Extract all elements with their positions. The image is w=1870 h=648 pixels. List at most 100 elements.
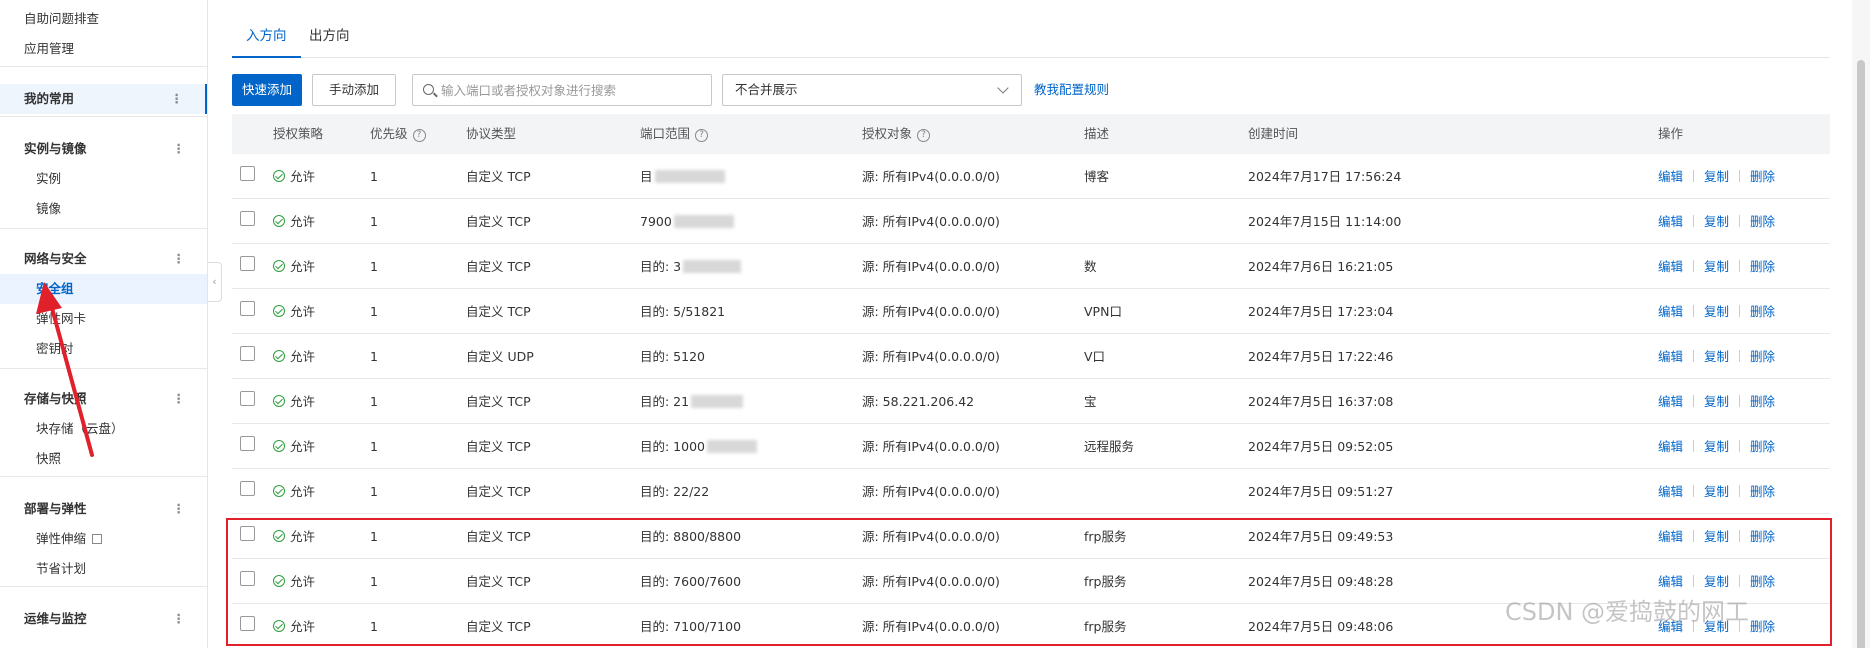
delete-link[interactable]: 删除 — [1750, 214, 1775, 229]
priority-cell: 1 — [370, 214, 378, 229]
edit-link[interactable]: 编辑 — [1658, 484, 1683, 499]
tab-outbound[interactable]: 出方向 — [295, 18, 364, 58]
row-checkbox[interactable] — [240, 391, 255, 406]
copy-link[interactable]: 复制 — [1704, 259, 1729, 274]
copy-link[interactable]: 复制 — [1704, 214, 1729, 229]
sidebar-item[interactable]: 弹性网卡 — [0, 304, 207, 334]
sidebar-item[interactable]: 我的常用 ⋮ — [0, 84, 207, 114]
row-checkbox[interactable] — [240, 256, 255, 271]
protocol-cell: 自定义 TCP — [466, 259, 531, 274]
quick-add-button[interactable]: 快速添加 — [232, 74, 302, 106]
source-cell: 源: 58.221.206.42 — [862, 394, 975, 409]
delete-link[interactable]: 删除 — [1750, 394, 1775, 409]
config-help-link[interactable]: 教我配置规则 — [1034, 74, 1109, 106]
divider — [1739, 575, 1741, 587]
delete-link[interactable]: 删除 — [1750, 169, 1775, 184]
check-circle-icon — [273, 575, 285, 587]
merge-display-select[interactable]: 不合并展示 — [722, 74, 1022, 106]
copy-link[interactable]: 复制 — [1704, 439, 1729, 454]
delete-link[interactable]: 删除 — [1750, 619, 1775, 634]
help-icon[interactable]: ? — [412, 129, 426, 142]
row-checkbox[interactable] — [240, 526, 255, 541]
delete-link[interactable]: 删除 — [1750, 439, 1775, 454]
sidebar-item[interactable]: 实例 — [0, 164, 207, 194]
row-checkbox[interactable] — [240, 301, 255, 316]
sidebar-item[interactable]: 安全组 — [0, 274, 207, 304]
copy-link[interactable]: 复制 — [1704, 484, 1729, 499]
edit-link[interactable]: 编辑 — [1658, 169, 1683, 184]
port-cell: 目的: 5120 — [640, 334, 705, 379]
more-options-icon[interactable]: ⋮ — [173, 494, 186, 524]
manual-add-button[interactable]: 手动添加 — [312, 74, 396, 106]
sidebar-item[interactable]: 应用管理 — [0, 34, 207, 64]
row-checkbox[interactable] — [240, 436, 255, 451]
edit-link[interactable]: 编辑 — [1658, 349, 1683, 364]
sidebar-item[interactable]: 节省计划 — [0, 554, 207, 584]
delete-link[interactable]: 删除 — [1750, 304, 1775, 319]
sidebar-item-label: 弹性网卡 — [36, 311, 87, 326]
created-cell: 2024年7月5日 09:52:05 — [1248, 439, 1394, 454]
delete-link[interactable]: 删除 — [1750, 574, 1775, 589]
sidebar-item[interactable]: 自助问题排查 — [0, 4, 207, 34]
row-checkbox[interactable] — [240, 346, 255, 361]
sidebar-item[interactable]: 镜像 — [0, 194, 207, 224]
redacted-mask — [691, 395, 744, 408]
description-cell: 远程服务 — [1084, 439, 1135, 454]
edit-link[interactable]: 编辑 — [1658, 439, 1683, 454]
divider — [1693, 260, 1695, 272]
delete-link[interactable]: 删除 — [1750, 349, 1775, 364]
row-checkbox[interactable] — [240, 616, 255, 631]
created-cell: 2024年7月5日 16:37:08 — [1248, 394, 1394, 409]
edit-link[interactable]: 编辑 — [1658, 304, 1683, 319]
sidebar-item[interactable]: 实例与镜像 ⋮ — [0, 134, 207, 164]
sidebar-item[interactable]: 部署与弹性 ⋮ — [0, 494, 207, 524]
search-input[interactable] — [441, 75, 706, 105]
check-circle-icon — [273, 530, 285, 542]
policy-cell: 允许 — [273, 559, 315, 604]
more-options-icon[interactable]: ⋮ — [173, 134, 186, 164]
row-checkbox[interactable] — [240, 481, 255, 496]
copy-link[interactable]: 复制 — [1704, 574, 1729, 589]
help-icon[interactable]: ? — [917, 129, 931, 142]
more-options-icon[interactable]: ⋮ — [173, 244, 186, 274]
created-cell: 2024年7月5日 09:51:27 — [1248, 484, 1394, 499]
more-options-icon[interactable]: ⋮ — [171, 84, 184, 114]
port-cell: 目的: 1000 — [640, 424, 757, 469]
sidebar-item[interactable]: 网络与安全 ⋮ — [0, 244, 207, 274]
table-row: 允许 1 自定义 TCP 目的: 3 源: 所有IPv4(0.0.0.0/0) 数 2024… — [232, 244, 1830, 289]
edit-link[interactable]: 编辑 — [1658, 259, 1683, 274]
help-icon[interactable]: ? — [695, 129, 709, 142]
delete-link[interactable]: 删除 — [1750, 259, 1775, 274]
header-port: 端口范围? — [640, 114, 709, 154]
copy-link[interactable]: 复制 — [1704, 349, 1729, 364]
edit-link[interactable]: 编辑 — [1658, 574, 1683, 589]
row-checkbox[interactable] — [240, 571, 255, 586]
row-checkbox[interactable] — [240, 166, 255, 181]
collapse-sidebar-button[interactable]: ‹ — [208, 262, 222, 302]
sidebar-item[interactable]: 密钥对 — [0, 334, 207, 364]
delete-link[interactable]: 删除 — [1750, 484, 1775, 499]
port-value: 目的: 22/22 — [640, 484, 710, 499]
row-checkbox[interactable] — [240, 211, 255, 226]
edit-link[interactable]: 编辑 — [1658, 214, 1683, 229]
sidebar-item[interactable]: 存储与快照 ⋮ — [0, 384, 207, 414]
scrollbar-thumb[interactable] — [1857, 60, 1865, 648]
more-options-icon[interactable]: ⋮ — [173, 384, 186, 414]
sidebar-item[interactable]: 弹性伸缩 — [0, 524, 207, 554]
edit-link[interactable]: 编辑 — [1658, 529, 1683, 544]
delete-link[interactable]: 删除 — [1750, 529, 1775, 544]
sidebar-item[interactable]: 快照 — [0, 444, 207, 474]
description-cell: frp服务 — [1084, 574, 1127, 589]
sidebar-item[interactable]: 块存储（云盘） — [0, 414, 207, 444]
copy-link[interactable]: 复制 — [1704, 169, 1729, 184]
copy-link[interactable]: 复制 — [1704, 394, 1729, 409]
more-options-icon[interactable]: ⋮ — [173, 604, 186, 634]
edit-link[interactable]: 编辑 — [1658, 394, 1683, 409]
table-row: 允许 1 自定义 TCP 目的: 5/51821 源: 所有IPv4(0.0.0.0/0… — [232, 289, 1830, 334]
sidebar-item[interactable]: 运维与监控 ⋮ — [0, 604, 207, 634]
copy-link[interactable]: 复制 — [1704, 529, 1729, 544]
copy-link[interactable]: 复制 — [1704, 304, 1729, 319]
tab-inbound[interactable]: 入方向 — [232, 18, 301, 58]
policy-label: 允许 — [290, 529, 316, 544]
divider — [1739, 215, 1741, 227]
